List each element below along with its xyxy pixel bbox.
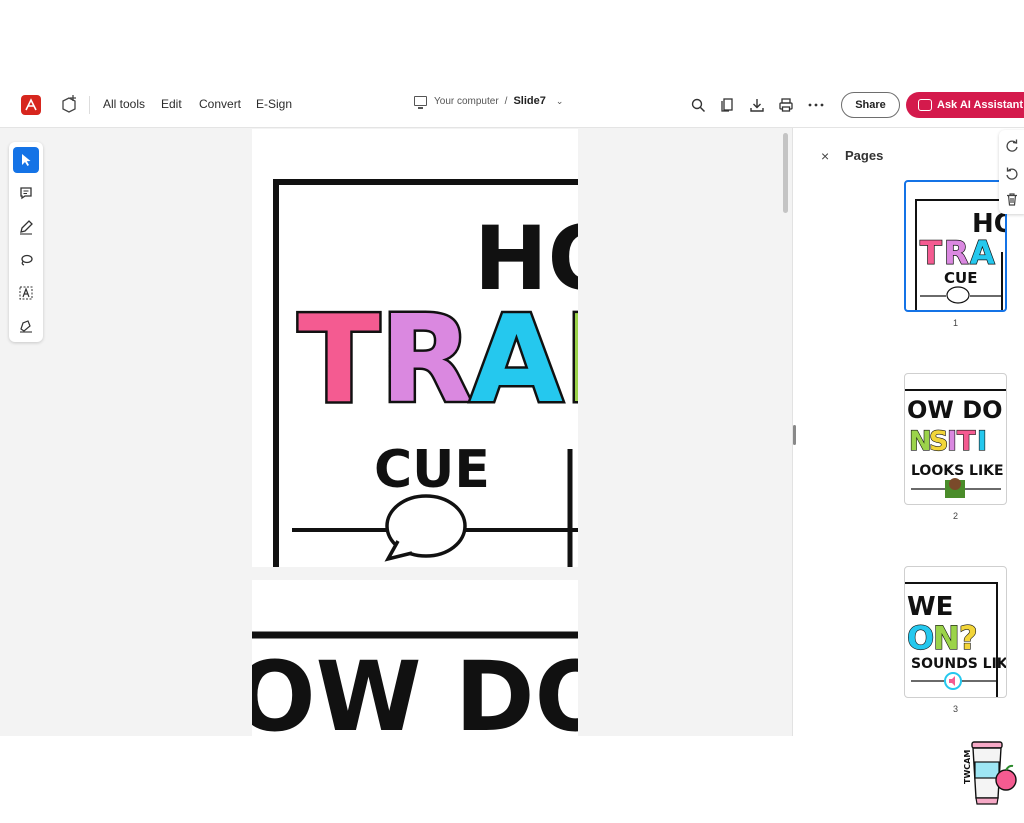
svg-text:I: I bbox=[977, 426, 987, 457]
svg-text:S: S bbox=[929, 426, 948, 457]
svg-text:R: R bbox=[944, 234, 969, 272]
svg-text:A: A bbox=[970, 234, 995, 272]
panel-resize-handle[interactable] bbox=[793, 425, 796, 445]
top-toolbar: All tools Edit Convert E-Sign Your compu… bbox=[0, 82, 1024, 128]
thumb2-line1: OW DO V bbox=[907, 396, 1007, 424]
toolbar-divider bbox=[89, 96, 90, 114]
file-breadcrumb[interactable]: Your computer / Slide7 ⌄ bbox=[414, 95, 564, 109]
thumb-2-artwork: OW DO V N S I T I LOOKS LIKE bbox=[905, 389, 1007, 498]
page-view-icon[interactable] bbox=[718, 96, 736, 114]
chevron-down-icon[interactable]: ⌄ bbox=[556, 96, 564, 107]
svg-text:I: I bbox=[947, 426, 957, 457]
page1-letter-n: N bbox=[564, 291, 578, 430]
page1-letter-a: A bbox=[470, 291, 563, 430]
draw-tool-icon[interactable] bbox=[13, 214, 39, 240]
document-scrollbar[interactable] bbox=[783, 133, 788, 213]
page-thumbnail-2[interactable]: OW DO V N S I T I LOOKS LIKE bbox=[904, 373, 1007, 505]
sign-tool-icon[interactable] bbox=[13, 313, 39, 339]
select-tool-icon[interactable] bbox=[13, 147, 39, 173]
add-tool-icon[interactable] bbox=[60, 94, 78, 114]
breadcrumb-separator: / bbox=[504, 95, 508, 107]
menu-convert[interactable]: Convert bbox=[199, 97, 241, 111]
close-pages-button[interactable]: × bbox=[821, 148, 829, 164]
page-thumbnail-1[interactable]: HO T R A CUE bbox=[904, 180, 1007, 312]
menu-esign[interactable]: E-Sign bbox=[256, 97, 292, 111]
page1-cue-label: CUE bbox=[374, 440, 490, 500]
document-page-2: OW DO V bbox=[252, 580, 578, 736]
share-button[interactable]: Share bbox=[841, 92, 900, 118]
left-tool-rail bbox=[9, 142, 43, 342]
thumb-1-artwork: HO T R A CUE bbox=[915, 199, 1005, 310]
acrobat-logo[interactable] bbox=[21, 95, 41, 115]
more-icon[interactable] bbox=[807, 96, 825, 114]
brand-mark-text: TWCAM bbox=[963, 750, 972, 784]
download-icon[interactable] bbox=[748, 96, 766, 114]
thumb3-line3: SOUNDS LIKE bbox=[911, 656, 1007, 672]
speech-bubble-icon bbox=[384, 494, 467, 562]
app-window: All tools Edit Convert E-Sign Your compu… bbox=[0, 82, 1024, 736]
thumb2-line3: LOOKS LIKE bbox=[911, 463, 1004, 479]
page-number-2: 2 bbox=[952, 511, 958, 521]
file-name: Slide7 bbox=[513, 95, 546, 107]
brand-logo: TWCAM bbox=[963, 741, 1017, 805]
svg-text:O: O bbox=[907, 619, 934, 657]
page1-letter-t: T bbox=[298, 291, 380, 430]
eyes-icon bbox=[945, 478, 965, 498]
file-location: Your computer bbox=[434, 95, 499, 107]
ask-ai-label: Ask AI Assistant bbox=[937, 99, 1023, 111]
page-actions-rail bbox=[999, 130, 1024, 214]
rotate-counterclockwise-icon[interactable] bbox=[1005, 166, 1019, 180]
ask-ai-assistant-button[interactable]: Ask AI Assistant bbox=[906, 92, 1024, 118]
page-1-artwork: HO T R A N CUE bbox=[273, 179, 578, 567]
svg-text:T: T bbox=[957, 426, 976, 457]
menu-edit[interactable]: Edit bbox=[161, 97, 182, 111]
acrobat-logo-icon bbox=[25, 98, 37, 111]
print-icon[interactable] bbox=[777, 96, 795, 114]
document-page-1: HO T R A N CUE bbox=[252, 129, 578, 567]
pages-panel-title: Pages bbox=[845, 148, 884, 163]
search-icon[interactable] bbox=[689, 96, 707, 114]
rotate-clockwise-icon[interactable] bbox=[1005, 138, 1019, 152]
page-2-artwork: OW DO V bbox=[252, 631, 578, 736]
page2-heading: OW DO V bbox=[252, 641, 578, 736]
svg-text:T: T bbox=[920, 234, 942, 272]
thumb-3-artwork: WE O N ? SOUNDS LIKE bbox=[905, 582, 1007, 697]
thumb1-line3: CUE bbox=[944, 269, 977, 287]
svg-text:N: N bbox=[933, 619, 960, 657]
ai-assistant-icon bbox=[918, 99, 932, 111]
menu-all-tools[interactable]: All tools bbox=[103, 97, 145, 111]
comment-tool-icon[interactable] bbox=[13, 180, 39, 206]
svg-text:?: ? bbox=[959, 619, 978, 657]
page-number-3: 3 bbox=[952, 704, 958, 714]
page-number-1: 1 bbox=[952, 318, 958, 328]
page-thumbnail-3[interactable]: WE O N ? SOUNDS LIKE bbox=[904, 566, 1007, 698]
thumb3-line1: WE bbox=[907, 592, 953, 622]
speaker-icon bbox=[944, 672, 962, 690]
delete-page-icon[interactable] bbox=[1005, 192, 1019, 206]
lasso-tool-icon[interactable] bbox=[13, 247, 39, 273]
computer-icon bbox=[414, 96, 427, 109]
page1-letter-r: R bbox=[380, 291, 472, 430]
pages-panel: × Pages HO T R A CUE 1 OW D bbox=[792, 128, 1024, 736]
text-select-tool-icon[interactable] bbox=[13, 280, 39, 306]
